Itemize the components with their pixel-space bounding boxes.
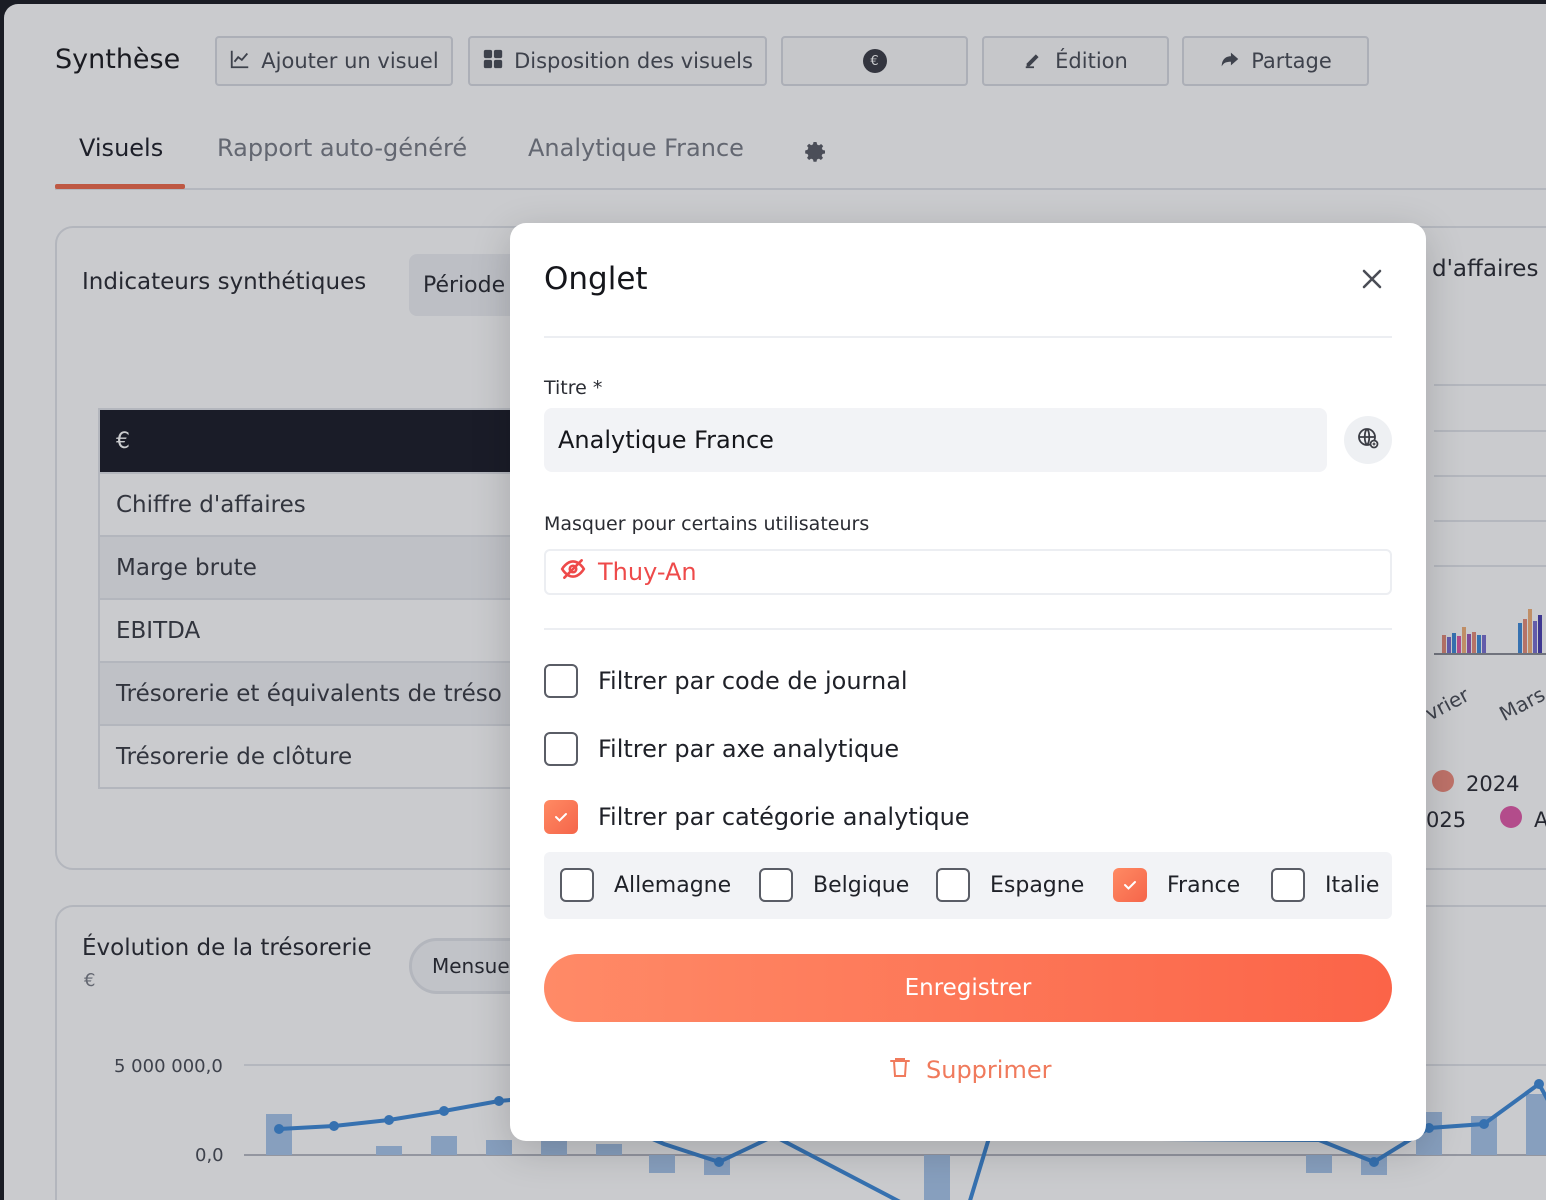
- hide-field-label: Masquer pour certains utilisateurs: [544, 513, 870, 535]
- close-icon[interactable]: [1356, 263, 1388, 295]
- modal-divider: [544, 628, 1392, 630]
- category-checkbox[interactable]: [1271, 868, 1305, 902]
- category-label: France: [1167, 872, 1241, 898]
- filter-label: Filtrer par code de journal: [598, 667, 908, 695]
- filter-category-checkbox[interactable]: [544, 800, 578, 834]
- filter-journal-checkbox[interactable]: [544, 664, 578, 698]
- title-field-label: Titre *: [544, 377, 603, 399]
- translate-button[interactable]: [1344, 416, 1392, 464]
- hidden-user-chip[interactable]: Thuy-An: [598, 558, 697, 586]
- modal-divider: [544, 336, 1392, 338]
- filter-label: Filtrer par catégorie analytique: [598, 803, 970, 831]
- category-belgique[interactable]: Belgique: [759, 868, 909, 902]
- category-checkbox[interactable]: [1113, 868, 1147, 902]
- trash-icon: [888, 1055, 912, 1085]
- tab-settings-modal: Onglet Titre * Analytique France Masquer…: [510, 223, 1426, 1141]
- category-espagne[interactable]: Espagne: [936, 868, 1084, 902]
- category-italie[interactable]: Italie: [1271, 868, 1379, 902]
- globe-icon: [1356, 426, 1380, 454]
- delete-button[interactable]: Supprimer: [888, 1055, 1051, 1085]
- category-checkbox[interactable]: [936, 868, 970, 902]
- hidden-users-field[interactable]: Thuy-An: [544, 549, 1392, 595]
- filter-analytic-axis[interactable]: Filtrer par axe analytique: [544, 732, 899, 766]
- filter-label: Filtrer par axe analytique: [598, 735, 900, 763]
- category-allemagne[interactable]: Allemagne: [560, 868, 731, 902]
- filter-axis-checkbox[interactable]: [544, 732, 578, 766]
- category-label: Allemagne: [614, 872, 732, 898]
- category-label: Italie: [1325, 872, 1380, 898]
- category-label: Belgique: [813, 872, 910, 898]
- title-input[interactable]: Analytique France: [544, 408, 1327, 472]
- filter-journal-code[interactable]: Filtrer par code de journal: [544, 664, 908, 698]
- delete-label: Supprimer: [926, 1056, 1052, 1084]
- eye-off-icon: [560, 556, 586, 588]
- category-options: Allemagne Belgique Espagne France Italie: [544, 852, 1392, 919]
- save-button[interactable]: Enregistrer: [544, 954, 1392, 1022]
- category-label: Espagne: [990, 872, 1085, 898]
- category-checkbox[interactable]: [759, 868, 793, 902]
- category-checkbox[interactable]: [560, 868, 594, 902]
- modal-title: Onglet: [544, 261, 648, 297]
- filter-analytic-category[interactable]: Filtrer par catégorie analytique: [544, 800, 970, 834]
- category-france[interactable]: France: [1113, 868, 1240, 902]
